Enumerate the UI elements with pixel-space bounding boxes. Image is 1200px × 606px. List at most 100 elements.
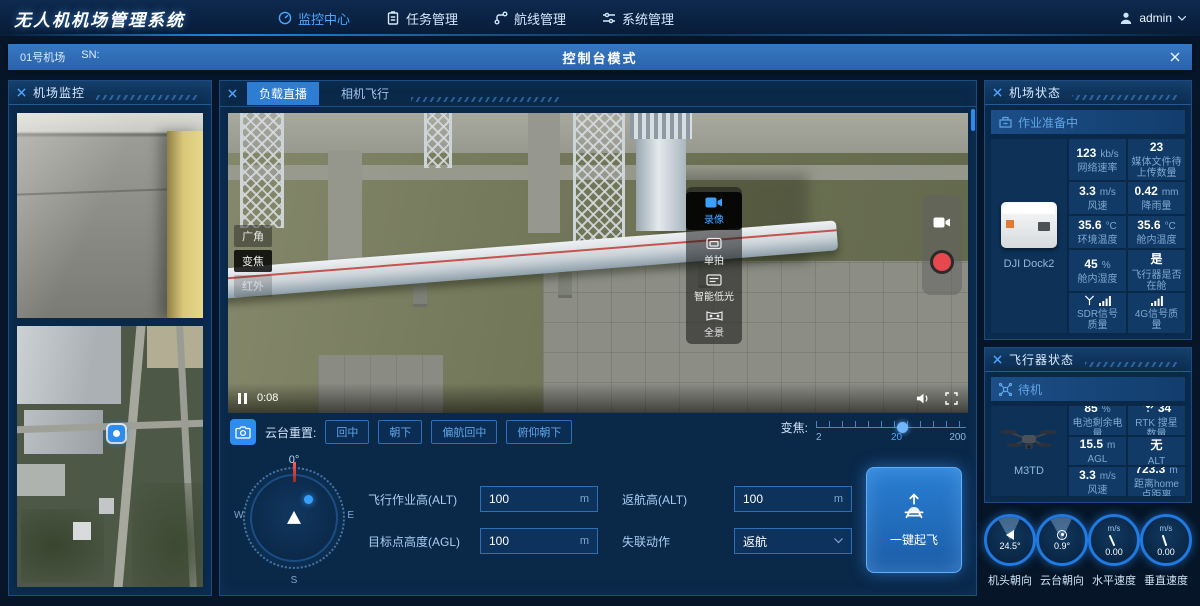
- header-decoration: [1072, 95, 1179, 100]
- stat-drone-wind: 3.3m/s 风速: [1069, 467, 1126, 496]
- capture-single-shot-button[interactable]: 单拍: [686, 237, 742, 267]
- tab-camera-flight[interactable]: 相机飞行: [329, 82, 401, 105]
- camera-lens-selector: 广角 变焦 红外: [234, 225, 272, 297]
- gauge-needle: [1159, 534, 1173, 546]
- main-nav: 监控中心 任务管理 航线管理 系统管理: [278, 0, 674, 36]
- dock-device-image: [1001, 202, 1057, 248]
- one-key-takeoff-button[interactable]: 一键起飞: [866, 467, 962, 573]
- return-altitude-input[interactable]: [743, 492, 817, 506]
- flight-settings-section: 0° W E S 飞行作业高(ALT) m: [220, 451, 976, 595]
- telemetry-gauges: 24.5° 机头朝向 0.9° 云台朝向 m/s: [984, 510, 1192, 596]
- person-icon: [1119, 11, 1133, 25]
- panel-close-button[interactable]: [228, 89, 237, 98]
- capture-panorama-button[interactable]: 全景: [686, 310, 742, 339]
- panel-close-button[interactable]: [993, 355, 1002, 364]
- lost-link-action-select[interactable]: 返航: [734, 528, 852, 554]
- header-decoration: [96, 95, 199, 100]
- target-agl-field: 目标点高度(AGL) m: [368, 528, 598, 554]
- drone-status-panel: 飞行器状态 待机: [984, 347, 1192, 503]
- unit-label: m: [580, 493, 589, 505]
- panel-close-button[interactable]: [17, 88, 26, 97]
- capture-label: 单拍: [704, 252, 724, 267]
- gimbal-eye-icon: [1057, 530, 1067, 540]
- field-label: 目标点高度(AGL): [368, 533, 472, 550]
- stream-tabbar: 负载直播 相机飞行: [220, 81, 976, 107]
- field-label: 飞行作业高(ALT): [368, 491, 472, 508]
- lattice-tower: [424, 113, 452, 168]
- drone-status-text: 待机: [1018, 381, 1042, 398]
- dock-status-body: DJI Dock2 123kb/s 网络速率 23 媒体文件待上传数量 3.3m…: [991, 139, 1185, 333]
- user-menu[interactable]: admin: [1119, 11, 1186, 25]
- yellow-wall: [167, 131, 203, 318]
- player-right-controls: [916, 392, 958, 405]
- heading-gauge: 24.5° 机头朝向: [984, 514, 1036, 588]
- lattice-tower: [573, 113, 625, 255]
- zoom-min: 2: [816, 432, 822, 443]
- zoom-slider[interactable]: 2 20 200: [816, 421, 966, 445]
- video-record-icon: [705, 196, 723, 209]
- nav-label: 系统管理: [622, 9, 674, 28]
- gauge-value: 24.5°: [999, 541, 1020, 551]
- panel-title: 机场监控: [33, 84, 85, 101]
- drone-status-badge: 待机: [991, 377, 1185, 401]
- field-box: m: [734, 486, 852, 512]
- console-close-button[interactable]: [1170, 52, 1180, 62]
- capture-mode-menu: 录像 单拍 智能低光 全景: [686, 187, 742, 344]
- field-box: m: [480, 528, 598, 554]
- target-agl-input[interactable]: [489, 534, 563, 548]
- record-button[interactable]: [930, 250, 954, 274]
- stat-ambient-temp: 35.6°C 环境温度: [1069, 216, 1126, 248]
- stat-home-distance: 723.3m 距离home点距离: [1128, 467, 1185, 496]
- compass-dial: [250, 474, 338, 562]
- gauge-dial: m/s 0.00: [1140, 514, 1192, 566]
- lens-infrared-button[interactable]: 红外: [234, 275, 272, 297]
- nav-item-task-management[interactable]: 任务管理: [386, 9, 458, 28]
- drone-video-feed[interactable]: 广角 变焦 红外 录像 单拍 智能低光: [228, 113, 968, 413]
- yaw-recenter-button[interactable]: 偏航回中: [431, 420, 497, 444]
- pitch-down-button[interactable]: 俯仰朝下: [506, 420, 572, 444]
- airport-label[interactable]: 01号机场: [20, 49, 65, 65]
- takeoff-icon: [901, 493, 927, 521]
- scrollbar-thumb[interactable]: [971, 109, 975, 131]
- video-time: 0:08: [257, 392, 278, 404]
- stat-cabin-temp: 35.6°C 舱内温度: [1128, 216, 1185, 248]
- select-value: 返航: [743, 533, 767, 550]
- nav-item-monitor-center[interactable]: 监控中心: [278, 9, 350, 28]
- drone-status-header: 飞行器状态: [985, 348, 1191, 372]
- main-content: 机场监控: [8, 80, 1192, 596]
- lens-zoom-button[interactable]: 变焦: [234, 250, 272, 272]
- dock-camera-feed[interactable]: [17, 113, 203, 318]
- stat-alt: 无 ALT: [1128, 437, 1185, 466]
- gimbal-recenter-button[interactable]: 回中: [325, 420, 369, 444]
- pause-button[interactable]: [238, 393, 247, 404]
- nav-label: 任务管理: [406, 9, 458, 28]
- gauge-label: 垂直速度: [1144, 572, 1188, 588]
- field-label: 失联动作: [622, 533, 726, 550]
- panel-close-button[interactable]: [993, 88, 1002, 97]
- zoom-max: 200: [949, 432, 966, 443]
- tab-payload-live[interactable]: 负载直播: [247, 82, 319, 105]
- gimbal-point-down-button[interactable]: 朝下: [378, 420, 422, 444]
- snapshot-button[interactable]: [230, 419, 256, 445]
- lattice-tower: [240, 113, 284, 228]
- building-roof: [17, 326, 121, 404]
- satellite-map-feed[interactable]: [17, 326, 203, 587]
- nav-item-system-management[interactable]: 系统管理: [602, 9, 674, 28]
- dashboard-icon: [278, 11, 292, 25]
- capture-lowlight-button[interactable]: 智能低光: [686, 274, 742, 303]
- lens-wide-button[interactable]: 广角: [234, 225, 272, 247]
- flight-altitude-input[interactable]: [489, 492, 563, 506]
- capture-video-button[interactable]: 录像: [686, 192, 742, 230]
- record-quick-panel: [922, 195, 962, 295]
- antenna-icon: [1084, 295, 1095, 306]
- gauge-label: 水平速度: [1092, 572, 1136, 588]
- dock-location-marker[interactable]: [108, 425, 125, 442]
- nav-item-route-management[interactable]: 航线管理: [494, 9, 566, 28]
- close-icon: [17, 88, 26, 97]
- sliders-icon: [602, 11, 616, 25]
- drone-stats-grid: 85% 电池剩余电量 34 RTK 搜星数量 15.5m: [1069, 406, 1185, 496]
- volume-icon[interactable]: [916, 392, 931, 405]
- video-player-bar: 0:08: [228, 383, 968, 413]
- fullscreen-icon[interactable]: [945, 392, 958, 405]
- app-root: 无人机机场管理系统 监控中心 任务管理 航线管理 系统管理 admin: [0, 0, 1200, 606]
